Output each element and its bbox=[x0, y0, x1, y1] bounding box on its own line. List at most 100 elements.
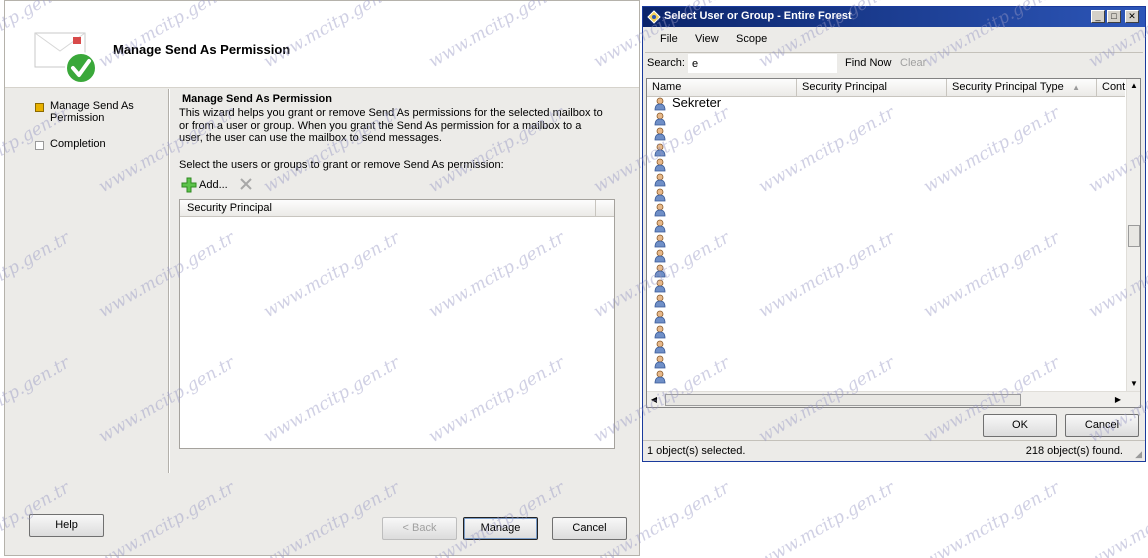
user-icon bbox=[654, 112, 666, 126]
resize-grip-icon[interactable]: ◢ bbox=[1135, 449, 1142, 460]
status-found: 218 object(s) found. bbox=[1025, 445, 1123, 457]
maximize-icon[interactable]: □ bbox=[1107, 10, 1121, 23]
user-icon bbox=[654, 295, 666, 308]
scroll-left-icon[interactable]: ◀ bbox=[647, 393, 661, 407]
column-header-security-principal[interactable]: Security Principal bbox=[797, 79, 947, 96]
column-label: Security Principal Type bbox=[952, 81, 1064, 93]
results-list[interactable]: Name Security Principal Security Princip… bbox=[646, 78, 1141, 408]
watermark-text: www.mcitp.gen.tr bbox=[755, 477, 899, 558]
user-icon bbox=[654, 264, 666, 278]
list-header[interactable]: Security Principal bbox=[180, 200, 614, 217]
user-icon bbox=[654, 234, 666, 248]
scroll-thumb[interactable] bbox=[665, 394, 1021, 406]
select-user-or-group-dialog: Select User or Group - Entire Forest _ □… bbox=[642, 6, 1146, 462]
wizard-header: Manage Send As Permission bbox=[5, 1, 639, 88]
cancel-button[interactable]: Cancel bbox=[552, 517, 627, 540]
table-row[interactable] bbox=[651, 324, 1121, 339]
dialog-titlebar[interactable]: Select User or Group - Entire Forest _ □… bbox=[643, 7, 1145, 27]
step-label: Completion bbox=[50, 138, 106, 150]
wizard-steps: Manage Send As Permission Completion bbox=[5, 87, 168, 477]
step-manage-send-as[interactable]: Manage Send As Permission bbox=[35, 100, 145, 124]
user-icon bbox=[654, 249, 666, 263]
scroll-thumb[interactable] bbox=[1128, 225, 1140, 247]
step-label: Manage Send As Permission bbox=[50, 100, 134, 124]
menu-bar: File View Scope bbox=[643, 30, 1145, 48]
wizard-content: Manage Send As Permission This wizard he… bbox=[179, 93, 625, 449]
table-row[interactable] bbox=[651, 142, 1121, 157]
help-button[interactable]: Help bbox=[29, 514, 104, 537]
minimize-icon[interactable]: _ bbox=[1091, 10, 1105, 23]
ok-button[interactable]: OK bbox=[983, 414, 1057, 437]
user-icon bbox=[654, 158, 666, 172]
step-active-marker bbox=[35, 103, 44, 112]
add-button[interactable]: Add... bbox=[181, 177, 228, 193]
search-label: Search: bbox=[647, 57, 685, 69]
manage-button[interactable]: Manage bbox=[463, 517, 538, 540]
column-header-security-principal[interactable]: Security Principal bbox=[187, 202, 272, 214]
dialog-title: Select User or Group - Entire Forest bbox=[664, 10, 852, 22]
status-selected: 1 object(s) selected. bbox=[647, 445, 746, 457]
user-icon bbox=[654, 127, 666, 141]
column-header-security-principal-type[interactable]: Security Principal Type ▲ bbox=[947, 79, 1097, 96]
vertical-scrollbar[interactable]: ▲ ▼ bbox=[1126, 79, 1140, 391]
user-icon bbox=[654, 340, 666, 354]
table-row[interactable]: Sekreter bbox=[651, 95, 1121, 111]
search-input[interactable] bbox=[688, 54, 837, 73]
table-row[interactable] bbox=[651, 369, 1121, 384]
scroll-up-icon[interactable]: ▲ bbox=[1127, 79, 1140, 93]
close-icon[interactable]: ✕ bbox=[1125, 10, 1139, 23]
security-principal-list[interactable]: Security Principal bbox=[179, 199, 615, 449]
back-button[interactable]: < Back bbox=[382, 517, 457, 540]
add-plus-icon bbox=[181, 177, 197, 193]
sort-ascending-icon: ▲ bbox=[1072, 83, 1080, 92]
user-icon bbox=[654, 370, 666, 384]
table-row[interactable] bbox=[651, 354, 1121, 369]
menu-separator bbox=[645, 52, 1143, 53]
user-icon bbox=[654, 97, 666, 111]
table-row[interactable] bbox=[651, 233, 1121, 248]
table-row[interactable] bbox=[651, 293, 1121, 308]
table-row[interactable] bbox=[651, 126, 1121, 141]
status-bar: 1 object(s) selected. 218 object(s) foun… bbox=[643, 440, 1145, 462]
table-row[interactable] bbox=[651, 278, 1121, 293]
menu-scope[interactable]: Scope bbox=[736, 33, 767, 45]
menu-file[interactable]: File bbox=[660, 33, 678, 45]
directory-icon bbox=[647, 10, 661, 24]
table-row[interactable] bbox=[651, 157, 1121, 172]
table-row[interactable] bbox=[651, 187, 1121, 202]
dialog-cancel-button[interactable]: Cancel bbox=[1065, 414, 1139, 437]
table-row[interactable] bbox=[651, 172, 1121, 187]
column-header-name[interactable]: Name bbox=[647, 79, 797, 96]
step-inactive-marker bbox=[35, 141, 44, 150]
user-icon bbox=[654, 188, 666, 202]
manage-send-as-wizard: Manage Send As Permission Manage Send As… bbox=[4, 0, 640, 556]
horizontal-scrollbar[interactable]: ◀ ▶ bbox=[647, 391, 1140, 407]
result-rows: Sekreter bbox=[651, 95, 1121, 385]
watermark-text: www.mcitp.gen.tr bbox=[1085, 477, 1148, 558]
user-icon bbox=[654, 279, 666, 293]
user-icon bbox=[654, 310, 666, 324]
row-name: Sekreter bbox=[672, 95, 722, 110]
table-row[interactable] bbox=[651, 218, 1121, 233]
table-row[interactable] bbox=[651, 339, 1121, 354]
table-row[interactable] bbox=[651, 263, 1121, 278]
send-as-check-icon bbox=[34, 32, 97, 84]
clear-button[interactable]: Clear bbox=[900, 57, 926, 69]
table-row[interactable] bbox=[651, 309, 1121, 324]
table-row[interactable] bbox=[651, 248, 1121, 263]
step-completion[interactable]: Completion bbox=[35, 138, 145, 150]
content-description: This wizard helps you grant or remove Se… bbox=[179, 107, 603, 144]
table-row[interactable] bbox=[651, 202, 1121, 217]
user-icon bbox=[654, 325, 666, 339]
scroll-right-icon[interactable]: ▶ bbox=[1111, 393, 1125, 407]
user-icon bbox=[654, 219, 666, 232]
user-icon bbox=[654, 203, 666, 217]
add-button-label: Add... bbox=[199, 179, 228, 191]
user-icon bbox=[654, 143, 666, 156]
remove-x-icon[interactable] bbox=[239, 177, 253, 191]
select-principals-label: Select the users or groups to grant or r… bbox=[179, 159, 504, 171]
find-now-button[interactable]: Find Now bbox=[845, 57, 891, 69]
menu-view[interactable]: View bbox=[695, 33, 719, 45]
scroll-down-icon[interactable]: ▼ bbox=[1127, 377, 1140, 391]
table-row[interactable] bbox=[651, 111, 1121, 126]
